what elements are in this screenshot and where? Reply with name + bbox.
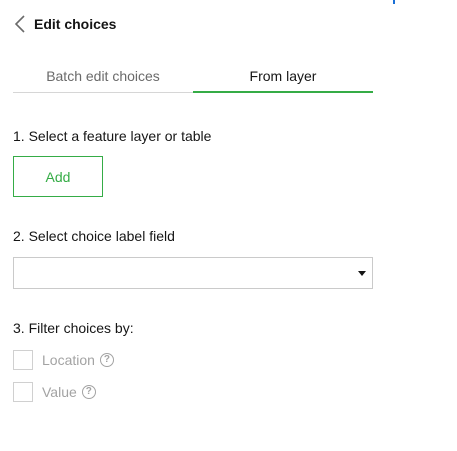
filter-value-row: Value ? [13, 382, 96, 402]
add-layer-button[interactable]: Add [13, 156, 103, 197]
panel-header: Edit choices [10, 12, 116, 36]
edge-indicator [393, 0, 395, 4]
location-checkbox[interactable] [13, 350, 33, 370]
tab-bar: Batch edit choices From layer [13, 62, 373, 93]
panel-title: Edit choices [34, 16, 117, 32]
tab-batch-edit-choices[interactable]: Batch edit choices [13, 62, 193, 92]
step2-label: 2. Select choice label field [13, 228, 175, 244]
choice-label-field-select[interactable] [13, 257, 373, 289]
value-checkbox[interactable] [13, 382, 33, 402]
help-icon[interactable]: ? [81, 385, 96, 399]
filter-location-row: Location ? [13, 350, 114, 370]
location-label: Location [42, 352, 95, 368]
caret-down-icon [358, 271, 366, 276]
step3-label: 3. Filter choices by: [13, 320, 134, 336]
value-label: Value [42, 384, 77, 400]
step1-label: 1. Select a feature layer or table [13, 128, 212, 144]
tab-from-layer[interactable]: From layer [193, 62, 373, 93]
back-button[interactable] [10, 12, 30, 36]
help-icon[interactable]: ? [99, 353, 114, 367]
chevron-left-icon [14, 15, 25, 33]
